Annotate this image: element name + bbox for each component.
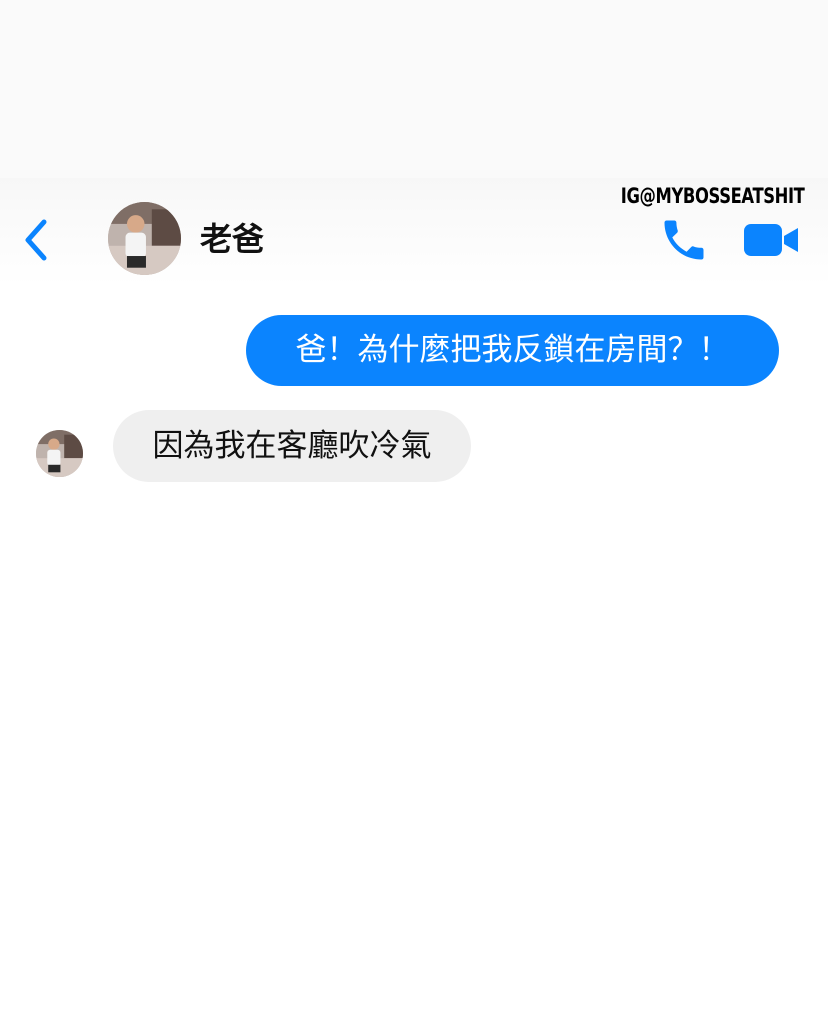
video-camera-icon [744, 224, 798, 256]
avatar-photo [36, 430, 83, 477]
call-button[interactable] [658, 214, 710, 266]
sender-avatar[interactable] [36, 430, 83, 477]
incoming-message[interactable]: 因為我在客廳吹冷氣 [113, 410, 471, 482]
avatar-photo [108, 202, 181, 275]
contact-name[interactable]: 老爸 [200, 219, 264, 259]
chevron-left-icon [25, 219, 47, 261]
watermark: IG@MYBOSSEATSHIT [620, 184, 804, 208]
contact-avatar[interactable] [108, 202, 181, 275]
phone-icon [664, 220, 704, 260]
back-button[interactable] [18, 214, 58, 266]
video-call-button[interactable] [742, 220, 802, 260]
outgoing-message[interactable]: 爸！為什麼把我反鎖在房間？！ [246, 315, 779, 386]
top-blank-area [0, 0, 828, 178]
